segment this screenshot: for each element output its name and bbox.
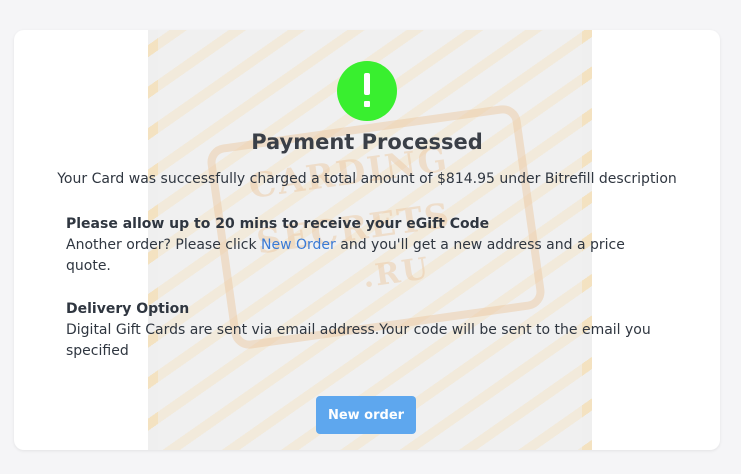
page-title: Payment Processed (251, 130, 483, 154)
new-order-link[interactable]: New Order (261, 237, 336, 253)
allow-heading: Please allow up to 20 mins to receive yo… (66, 216, 490, 232)
exclamation-icon (337, 61, 397, 121)
payment-card: CARDING SECRETS .RU Payment Processed Yo… (14, 30, 720, 450)
new-order-button[interactable]: New order (316, 396, 416, 434)
delivery-section: Delivery Option Digital Gift Cards are s… (66, 299, 666, 362)
allow-text-before: Another order? Please click (66, 237, 262, 253)
delivery-text: Digital Gift Cards are sent via email ad… (66, 322, 651, 359)
charge-summary: Your Card was successfully charged a tot… (57, 171, 677, 187)
allow-section: Please allow up to 20 mins to receive yo… (66, 214, 666, 277)
delivery-heading: Delivery Option (66, 301, 190, 317)
